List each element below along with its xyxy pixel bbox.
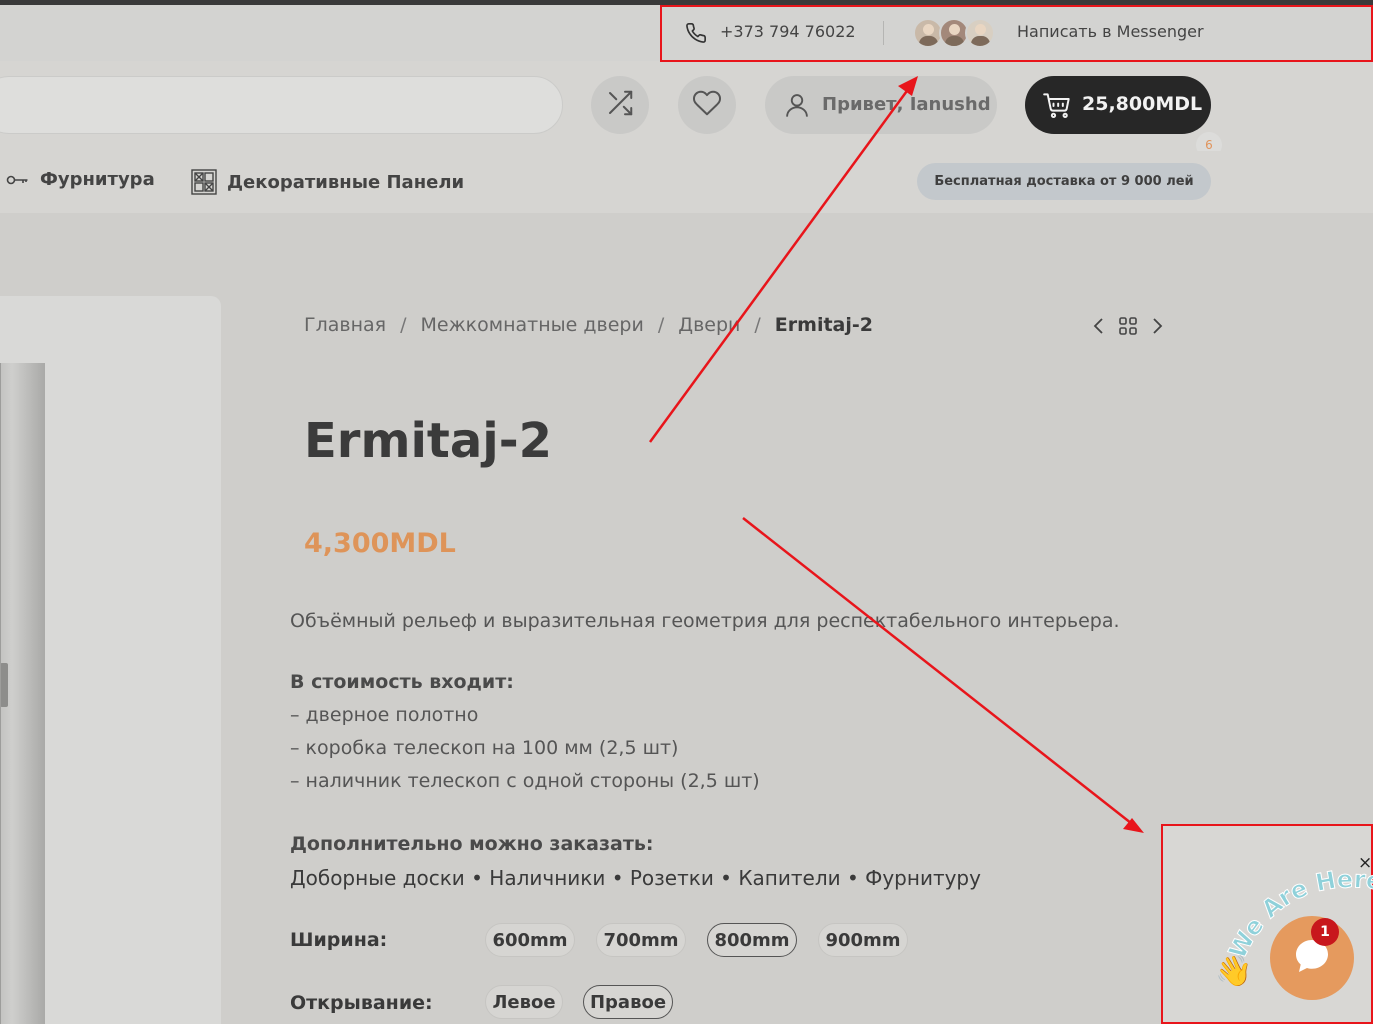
account-greeting: Привет, Ianushd bbox=[822, 94, 991, 115]
annotation-highlight-top bbox=[660, 5, 1373, 62]
chevron-right-icon[interactable] bbox=[1150, 317, 1164, 339]
chat-unread-badge: 1 bbox=[1311, 918, 1339, 946]
shuffle-icon bbox=[605, 88, 635, 122]
cart-total: 25,800MDL bbox=[1082, 93, 1203, 115]
waving-hand-icon: 👋 bbox=[1215, 954, 1253, 989]
compare-button[interactable] bbox=[591, 76, 649, 134]
chat-widget: × We Are Here! 👋 1 bbox=[1161, 824, 1373, 1024]
breadcrumb-doors[interactable]: Двери bbox=[678, 314, 740, 336]
breadcrumb: Главная / Межкомнатные двери / Двери / E… bbox=[304, 314, 873, 336]
panels-icon bbox=[191, 169, 217, 195]
product-price: 4,300MDL bbox=[304, 528, 456, 559]
breadcrumb-current: Ermitaj-2 bbox=[774, 314, 873, 336]
product-title: Ermitaj-2 bbox=[304, 413, 553, 469]
key-icon bbox=[6, 172, 30, 188]
nav-item-hardware[interactable]: Фурнитура bbox=[6, 169, 155, 190]
nav-item-label: Фурнитура bbox=[40, 169, 155, 190]
product-navigation bbox=[1092, 316, 1164, 340]
includes-heading: В стоимость входит: bbox=[290, 671, 514, 693]
width-option-700[interactable]: 700mm bbox=[596, 923, 686, 957]
includes-item: – дверное полотно bbox=[290, 704, 479, 726]
cart-button[interactable]: 25,800MDL bbox=[1025, 76, 1211, 134]
wishlist-button[interactable] bbox=[678, 76, 736, 134]
width-option-800[interactable]: 800mm bbox=[707, 923, 797, 957]
width-option-600[interactable]: 600mm bbox=[485, 923, 575, 957]
heart-icon bbox=[692, 88, 722, 122]
nav-item-label: Декоративные Панели bbox=[227, 171, 465, 193]
product-image[interactable] bbox=[0, 296, 221, 1024]
door-frame-image bbox=[0, 363, 45, 1024]
width-label: Ширина: bbox=[290, 929, 388, 951]
breadcrumb-interior-doors[interactable]: Межкомнатные двери bbox=[420, 314, 643, 336]
breadcrumb-home[interactable]: Главная bbox=[304, 314, 386, 336]
user-icon bbox=[786, 94, 808, 117]
breadcrumb-separator: / bbox=[754, 314, 761, 336]
extra-heading: Дополнительно можно заказать: bbox=[290, 833, 654, 855]
header: Привет, Ianushd 25,800MDL 6 bbox=[0, 61, 1373, 158]
breadcrumb-separator: / bbox=[400, 314, 407, 336]
product-description: Объёмный рельеф и выразительная геометри… bbox=[290, 610, 1120, 632]
chevron-left-icon[interactable] bbox=[1092, 317, 1106, 339]
nav-item-decorative-panels[interactable]: Декоративные Панели bbox=[191, 169, 464, 195]
opening-option-left[interactable]: Левое bbox=[485, 985, 563, 1019]
breadcrumb-separator: / bbox=[657, 314, 665, 336]
includes-item: – коробка телескоп на 100 мм (2,5 шт) bbox=[290, 737, 679, 759]
free-delivery-badge: Бесплатная доставка от 9 000 лей bbox=[917, 163, 1211, 200]
door-handle-image bbox=[0, 663, 8, 707]
account-button[interactable]: Привет, Ianushd bbox=[765, 76, 997, 134]
includes-item: – наличник телескоп с одной стороны (2,5… bbox=[290, 770, 760, 792]
grid-icon[interactable] bbox=[1118, 316, 1138, 340]
opening-option-right[interactable]: Правое bbox=[583, 985, 673, 1019]
search-input[interactable] bbox=[0, 76, 563, 134]
category-nav: Фурнитура Декоративные Панели Бесплатная… bbox=[0, 151, 1373, 213]
opening-label: Открывание: bbox=[290, 992, 433, 1014]
extra-items: Доборные доски • Наличники • Розетки • К… bbox=[290, 866, 981, 890]
width-option-900[interactable]: 900mm bbox=[818, 923, 908, 957]
cart-icon bbox=[1043, 93, 1070, 118]
